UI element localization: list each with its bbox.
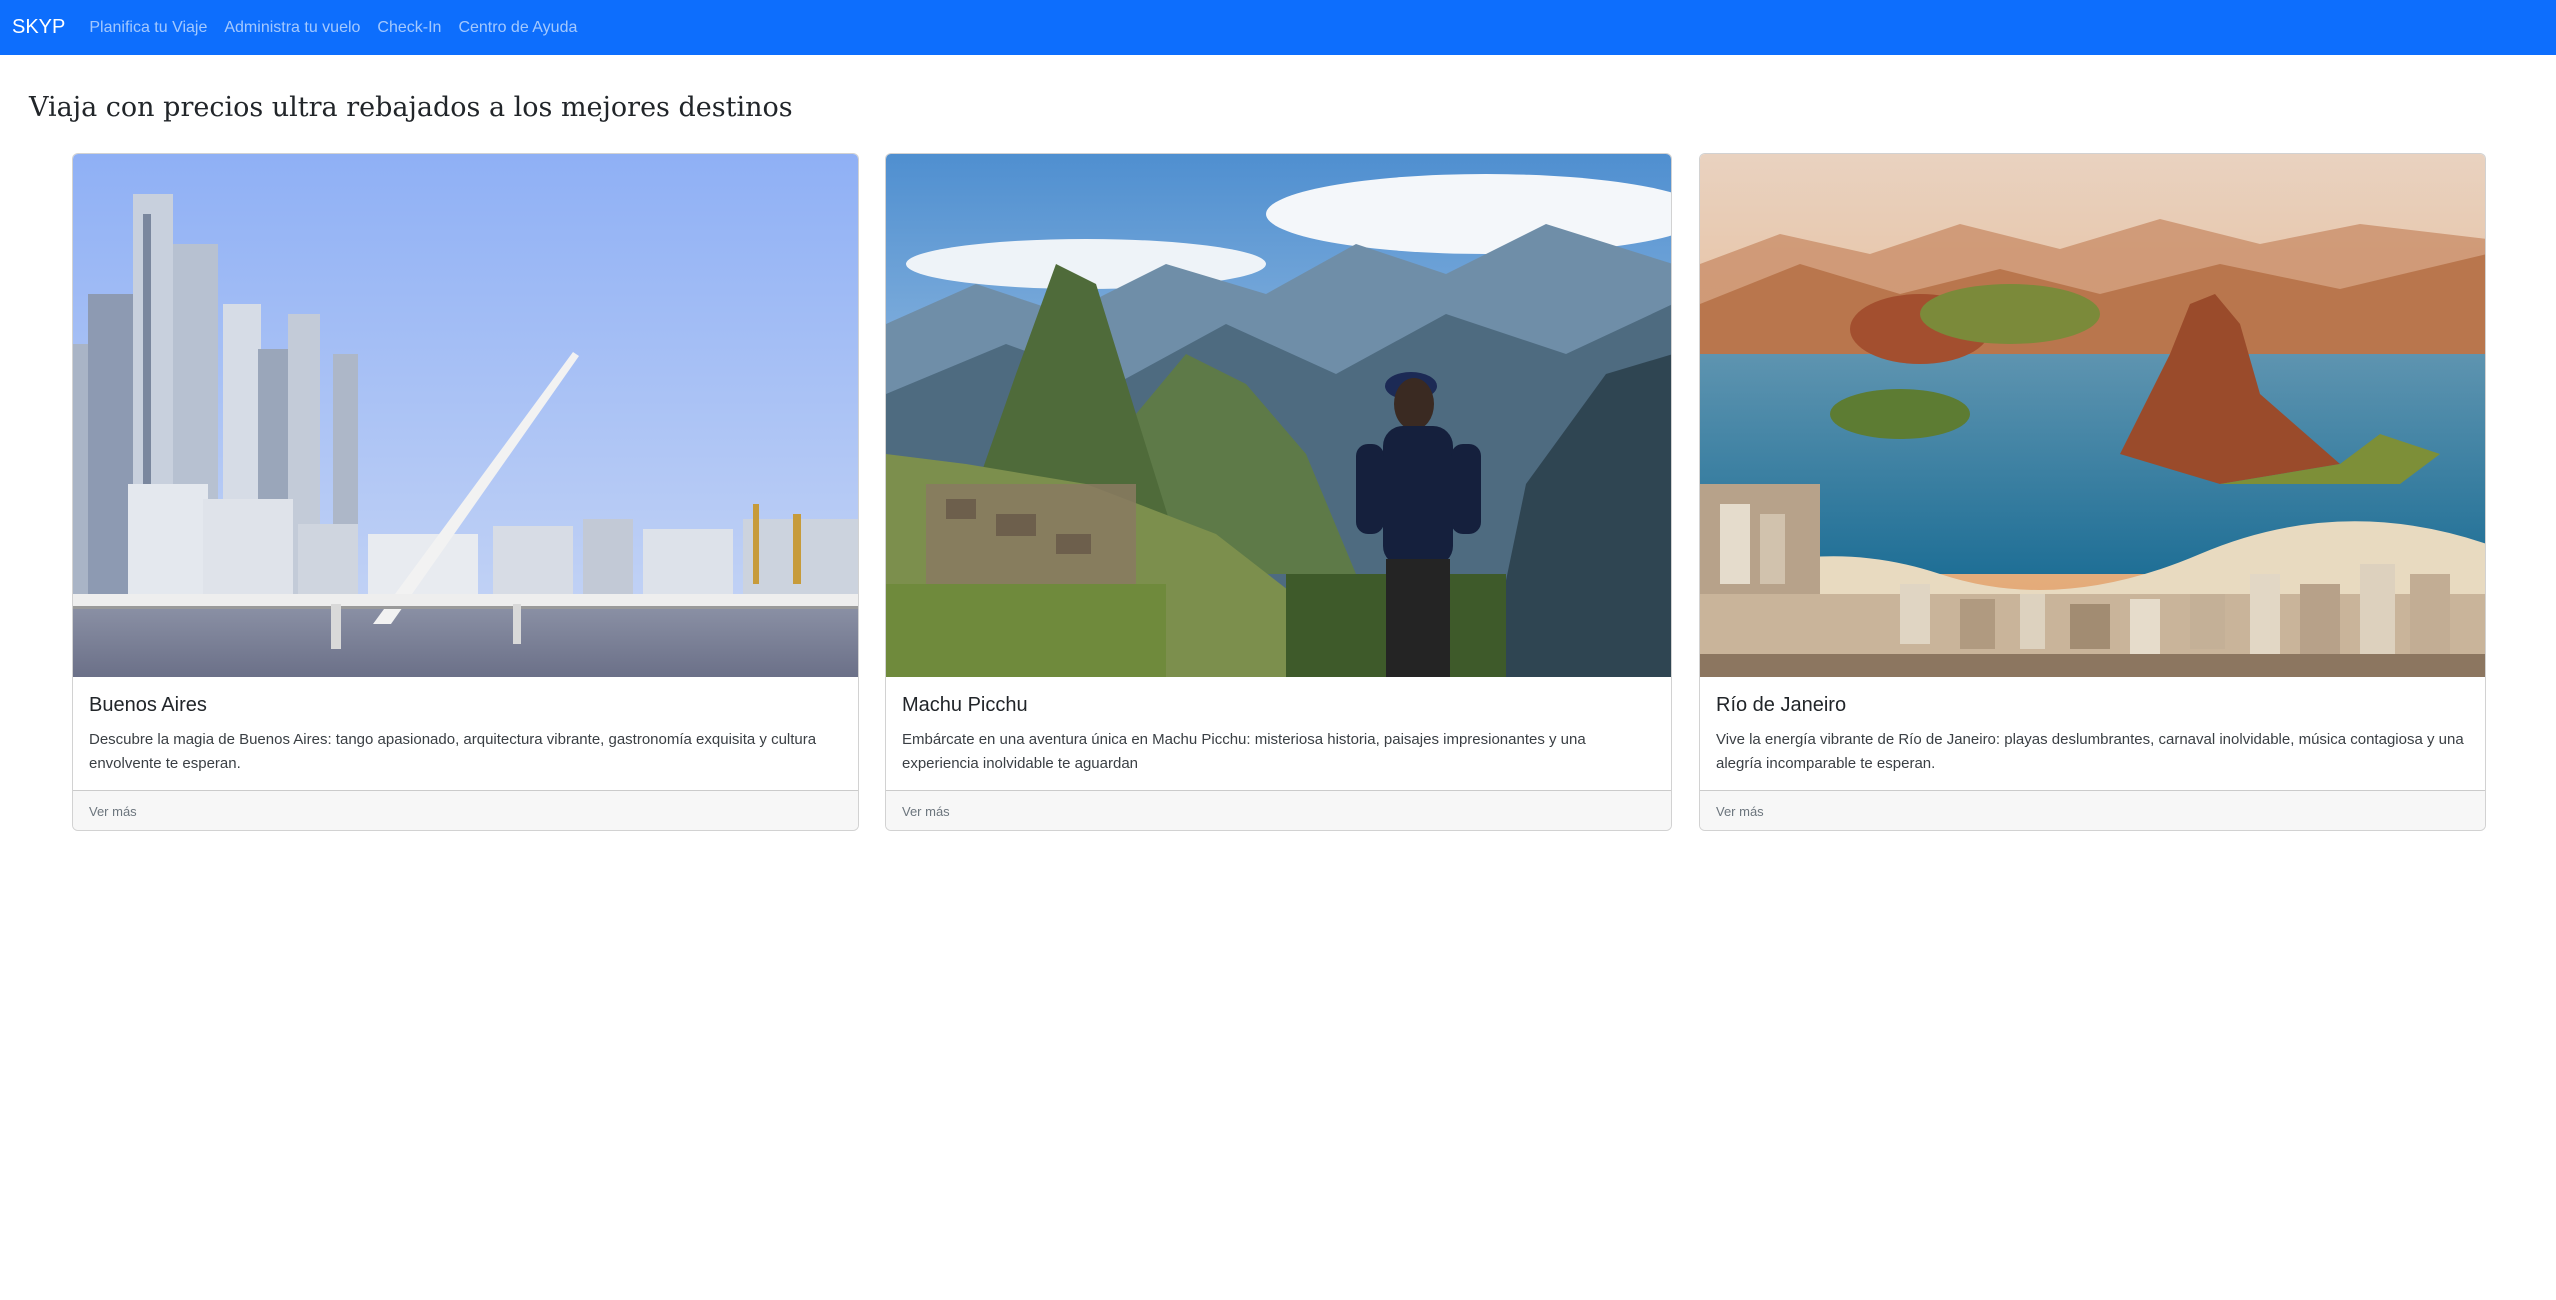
nav-link-centro-ayuda[interactable]: Centro de Ayuda — [458, 19, 577, 37]
card-description: Embárcate en una aventura única en Machu… — [902, 731, 1586, 772]
destination-card-machu-picchu: Machu Picchu Embárcate en una aventura ú… — [885, 153, 1672, 831]
card-footer: Ver más — [1700, 790, 2485, 830]
buenos-aires-image — [73, 154, 858, 677]
card-title: Machu Picchu — [902, 694, 1028, 716]
nav-link-check-in[interactable]: Check-In — [377, 19, 441, 37]
ver-mas-link[interactable]: Ver más — [89, 804, 137, 819]
card-title: Río de Janeiro — [1716, 694, 1847, 716]
card-title: Buenos Aires — [89, 694, 207, 716]
card-description: Vive la energía vibrante de Río de Janei… — [1716, 731, 2464, 772]
card-footer: Ver más — [886, 790, 1671, 830]
rio-de-janeiro-image — [1700, 154, 2485, 677]
destination-card-rio-de-janeiro: Río de Janeiro Vive la energía vibrante … — [1699, 153, 2486, 831]
ver-mas-link[interactable]: Ver más — [902, 804, 950, 819]
destination-card-buenos-aires: Buenos Aires Descubre la magia de Buenos… — [72, 153, 859, 831]
card-footer: Ver más — [73, 790, 858, 830]
nav-link-planifica[interactable]: Planifica tu Viaje — [89, 19, 207, 37]
card-description: Descubre la magia de Buenos Aires: tango… — [89, 731, 817, 772]
ver-mas-link[interactable]: Ver más — [1716, 804, 1764, 819]
page-headline: Viaja con precios ultra rebajados a los … — [29, 92, 793, 123]
machu-picchu-image — [886, 154, 1671, 677]
nav-link-administra[interactable]: Administra tu vuelo — [224, 19, 360, 37]
top-navbar: SKYP Planifica tu Viaje Administra tu vu… — [0, 0, 2556, 55]
brand-logo[interactable]: SKYP — [12, 16, 65, 39]
